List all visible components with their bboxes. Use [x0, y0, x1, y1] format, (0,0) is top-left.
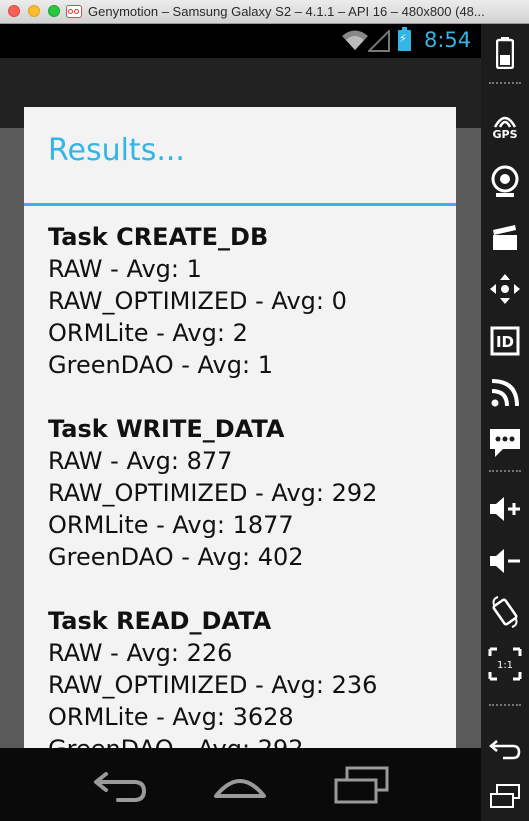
- device-id-widget-button[interactable]: ID: [481, 318, 529, 364]
- sms-icon: [490, 429, 520, 457]
- toolbar-recent-apps-button[interactable]: [481, 774, 529, 820]
- genymotion-logo-icon: [66, 5, 82, 18]
- dpad-widget-button[interactable]: [481, 266, 529, 312]
- toolbar-separator: [489, 470, 521, 472]
- gps-label: GPS: [492, 128, 518, 141]
- device-screen: 8:54 Results... Task CREATE_DB RAW - Avg…: [0, 24, 481, 821]
- result-line: GreenDAO - Avg: 1: [48, 351, 273, 379]
- back-icon[interactable]: [92, 766, 150, 804]
- result-line: RAW_OPTIMIZED - Avg: 292: [48, 479, 378, 507]
- gps-icon: [493, 116, 517, 128]
- minimize-window-button[interactable]: [28, 5, 40, 17]
- result-line: ORMLite - Avg: 3628: [48, 703, 294, 731]
- toolbar-back-button[interactable]: [481, 726, 529, 772]
- rotate-icon: [492, 596, 518, 628]
- screencast-widget-button[interactable]: [481, 214, 529, 260]
- volume-down-button[interactable]: [481, 538, 529, 584]
- rss-widget-button[interactable]: [481, 370, 529, 416]
- volume-up-button[interactable]: [481, 486, 529, 532]
- rss-icon: [491, 379, 519, 407]
- status-bar: 8:54: [0, 24, 481, 58]
- wifi-icon: [342, 30, 368, 50]
- back-icon: [489, 740, 521, 760]
- result-line: ORMLite - Avg: 2: [48, 319, 248, 347]
- sms-widget-button[interactable]: [481, 420, 529, 466]
- webcam-icon: [491, 165, 519, 197]
- results-dialog: Results... Task CREATE_DB RAW - Avg: 1 R…: [24, 107, 456, 772]
- volume-down-icon: [490, 549, 520, 573]
- task-header: Task WRITE_DATA: [48, 415, 285, 443]
- result-line: RAW_OPTIMIZED - Avg: 236: [48, 671, 378, 699]
- rotate-button[interactable]: [481, 589, 529, 635]
- task-header: Task CREATE_DB: [48, 223, 269, 251]
- webcam-widget-button[interactable]: [481, 159, 529, 205]
- task-create-db: Task CREATE_DB RAW - Avg: 1 RAW_OPTIMIZE…: [48, 221, 448, 381]
- battery-icon: [496, 37, 514, 69]
- pixel-perfect-button[interactable]: 1:1: [481, 641, 529, 687]
- window-title: Genymotion – Samsung Galaxy S2 – 4.1.1 –…: [88, 4, 485, 19]
- pixel-perfect-label: 1:1: [497, 660, 513, 671]
- app-background: Results... Task CREATE_DB RAW - Avg: 1 R…: [0, 58, 481, 772]
- dialog-title: Results...: [48, 133, 185, 168]
- task-read-data: Task READ_DATA RAW - Avg: 226 RAW_OPTIMI…: [48, 605, 448, 765]
- signal-icon: [368, 30, 390, 52]
- toolbar-separator: [489, 82, 521, 84]
- dialog-message: Task CREATE_DB RAW - Avg: 1 RAW_OPTIMIZE…: [48, 221, 448, 772]
- battery-charging-icon: [398, 27, 411, 51]
- result-line: RAW_OPTIMIZED - Avg: 0: [48, 287, 347, 315]
- volume-up-icon: [490, 497, 520, 521]
- maximize-window-button[interactable]: [48, 5, 60, 17]
- recent-apps-icon: [490, 784, 520, 808]
- task-header: Task READ_DATA: [48, 607, 272, 635]
- toolbar-separator: [489, 704, 521, 706]
- result-line: GreenDAO - Avg: 402: [48, 543, 304, 571]
- result-line: ORMLite - Avg: 1877: [48, 511, 294, 539]
- navigation-bar: [0, 748, 481, 821]
- dialog-title-divider: [24, 203, 456, 206]
- status-clock: 8:54: [424, 28, 472, 52]
- video-capture-icon: [493, 225, 517, 250]
- genymotion-toolbar: GPS ID 1:1: [481, 24, 529, 821]
- recent-apps-icon[interactable]: [333, 766, 391, 806]
- pixel-perfect-icon: 1:1: [488, 647, 522, 681]
- device-id-icon: ID: [490, 326, 520, 356]
- home-icon[interactable]: [212, 766, 268, 804]
- device-id-label: ID: [496, 333, 514, 351]
- result-line: RAW - Avg: 226: [48, 639, 233, 667]
- task-write-data: Task WRITE_DATA RAW - Avg: 877 RAW_OPTIM…: [48, 413, 448, 573]
- window-titlebar: Genymotion – Samsung Galaxy S2 – 4.1.1 –…: [0, 0, 529, 24]
- result-line: RAW - Avg: 877: [48, 447, 233, 475]
- battery-widget-button[interactable]: [481, 30, 529, 76]
- close-window-button[interactable]: [8, 5, 20, 17]
- dpad-icon: [490, 274, 520, 304]
- gps-widget-button[interactable]: GPS: [481, 104, 529, 150]
- result-line: RAW - Avg: 1: [48, 255, 202, 283]
